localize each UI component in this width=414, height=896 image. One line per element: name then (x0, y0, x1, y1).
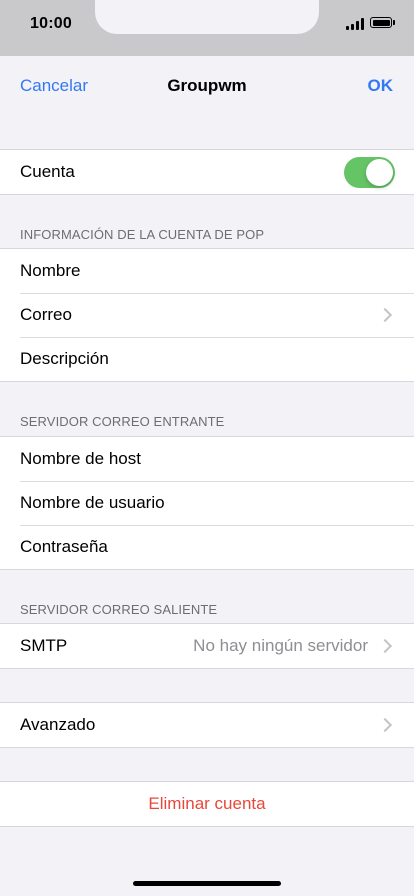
nav-bar: Cancelar Groupwm OK (0, 56, 414, 116)
description-row[interactable]: Descripción (0, 337, 414, 381)
password-label: Contraseña (20, 537, 108, 556)
username-label: Nombre de usuario (20, 493, 165, 512)
delete-group: Eliminar cuenta (0, 781, 414, 827)
host-row[interactable]: Nombre de host (0, 437, 414, 481)
toggle-knob (366, 158, 393, 186)
advanced-row[interactable]: Avanzado (0, 703, 414, 747)
home-indicator[interactable] (133, 881, 281, 886)
signal-icon (346, 18, 366, 30)
status-time: 10:00 (30, 15, 72, 32)
account-group: Cuenta (0, 149, 414, 195)
ok-button[interactable]: OK (368, 76, 394, 96)
email-label: Correo (20, 305, 72, 324)
screen: 10:00 Cancelar Groupwm OK Cuenta INFORMA… (0, 0, 414, 896)
battery-icon (370, 17, 392, 28)
notch (95, 0, 319, 34)
chevron-right-icon (377, 307, 393, 323)
chevron-right-icon (377, 717, 393, 733)
incoming-section-header: SERVIDOR CORREO ENTRANTE (20, 414, 225, 429)
password-row[interactable]: Contraseña (0, 525, 414, 569)
pop-section-header: INFORMACIÓN DE LA CUENTA DE POP (20, 227, 265, 242)
account-toggle[interactable] (344, 156, 395, 188)
username-row[interactable]: Nombre de usuario (0, 481, 414, 525)
name-row[interactable]: Nombre (0, 249, 414, 293)
smtp-row[interactable]: SMTP No hay ningún servidor (0, 624, 414, 668)
delete-account-button[interactable]: Eliminar cuenta (0, 782, 414, 826)
smtp-value: No hay ningún servidor (193, 636, 368, 655)
advanced-label: Avanzado (20, 715, 96, 734)
email-row[interactable]: Correo (0, 293, 414, 337)
name-label: Nombre (20, 261, 81, 280)
battery-cap (393, 20, 395, 25)
page-title: Groupwm (167, 76, 247, 95)
outgoing-group: SMTP No hay ningún servidor (0, 623, 414, 669)
outgoing-section-header: SERVIDOR CORREO SALIENTE (20, 602, 218, 617)
account-row: Cuenta (0, 150, 414, 194)
account-label: Cuenta (20, 162, 75, 181)
settings-sheet: Cancelar Groupwm OK Cuenta INFORMACIÓN D… (0, 56, 414, 896)
chevron-right-icon (377, 638, 393, 654)
host-label: Nombre de host (20, 449, 141, 468)
description-label: Descripción (20, 349, 109, 368)
incoming-group: Nombre de host Nombre de usuario Contras… (0, 436, 414, 570)
status-bar: 10:00 (0, 0, 414, 56)
pop-group: Nombre Correo Descripción (0, 248, 414, 382)
advanced-group: Avanzado (0, 702, 414, 748)
smtp-label: SMTP (20, 636, 68, 655)
